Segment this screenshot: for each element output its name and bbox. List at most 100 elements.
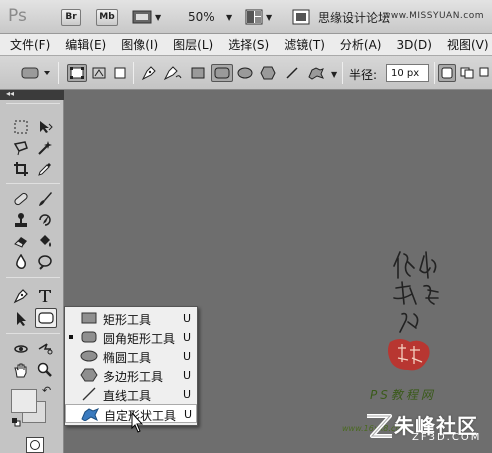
menu-edit[interactable]: 编辑(E) [65, 36, 106, 53]
flyout-item-polygon[interactable]: 多边形工具 U [65, 366, 197, 385]
hand-tool[interactable] [10, 360, 32, 380]
zoom-chevron-icon[interactable]: ▼ [226, 13, 232, 22]
bridge-button[interactable]: Br [61, 9, 81, 26]
geometry-options-chevron-icon[interactable]: ▼ [331, 70, 337, 79]
shape-layers-icon [70, 67, 84, 79]
menu-view[interactable]: 视图(V) [447, 36, 489, 53]
default-colors-icon[interactable] [11, 417, 21, 427]
crop-tool[interactable] [10, 159, 32, 179]
menu-3d[interactable]: 3D(D) [396, 38, 431, 52]
custom-shape-tool-option[interactable] [305, 64, 327, 82]
healing-brush-tool[interactable] [10, 189, 32, 209]
options-separator [58, 62, 59, 84]
ellipse-icon [80, 350, 98, 362]
collapse-panel-icon[interactable]: ◂◂ [6, 89, 14, 98]
view-extras-button[interactable]: ▼ [132, 8, 161, 26]
shortcut-key: U [183, 312, 192, 325]
tools-panel-header[interactable]: ◂◂ [0, 89, 64, 100]
zoom-level[interactable]: 50% [188, 10, 215, 24]
marquee-tool[interactable] [10, 117, 32, 137]
shape-layers-mode-button[interactable] [67, 64, 87, 82]
paths-mode-button[interactable] [89, 64, 109, 82]
flyout-item-rectangle[interactable]: 矩形工具 U [65, 309, 197, 328]
pen-tool-option[interactable] [140, 64, 158, 82]
lasso-tool[interactable] [10, 138, 32, 158]
bridge-label: Br [65, 12, 77, 22]
menu-select[interactable]: 选择(S) [228, 36, 269, 53]
rectangular-marquee-icon [14, 120, 28, 134]
new-shape-layer-icon [441, 67, 453, 79]
tool-preset-picker[interactable] [20, 64, 54, 82]
history-brush-icon [39, 214, 51, 226]
mini-bridge-button[interactable]: Mb [96, 9, 118, 26]
add-shape-area-icon [460, 67, 474, 79]
swap-colors-icon[interactable]: ↶ [42, 384, 51, 397]
menu-image[interactable]: 图像(I) [121, 36, 158, 53]
line-tool-option[interactable] [283, 64, 301, 82]
eraser-icon [14, 237, 27, 248]
drop-icon [16, 254, 26, 269]
add-to-shape-area-button[interactable] [458, 64, 476, 82]
magic-wand-tool[interactable] [34, 138, 56, 158]
radius-input[interactable] [386, 64, 429, 82]
arrange-documents-button[interactable]: ▼ [245, 8, 272, 26]
dodge-tool[interactable] [34, 252, 56, 272]
create-new-shape-layer-button[interactable] [438, 64, 456, 82]
menu-bar: 文件(F) 编辑(E) 图像(I) 图层(L) 选择(S) 滤镜(T) 分析(A… [0, 34, 492, 56]
zf3d-watermark-url: ZF3D.COM [412, 432, 482, 443]
film-strip-icon [132, 10, 152, 24]
path-selection-tool[interactable] [10, 309, 32, 329]
history-brush-tool[interactable] [34, 210, 56, 230]
3d-rotate-icon [14, 345, 28, 353]
3d-rotate-tool[interactable] [10, 339, 32, 359]
rectangle-icon [191, 67, 205, 79]
flyout-item-label: 矩形工具 [103, 313, 152, 327]
mouse-cursor-icon [131, 412, 144, 433]
eraser-tool[interactable] [10, 231, 32, 251]
3d-orbit-tool[interactable] [34, 339, 56, 359]
rounded-rectangle-icon [214, 67, 230, 79]
eyedropper-icon [38, 163, 51, 176]
menu-analysis[interactable]: 分析(A) [340, 36, 382, 53]
dodge-icon [38, 255, 52, 270]
screen-mode-button[interactable] [292, 8, 310, 26]
menu-filter[interactable]: 滤镜(T) [284, 36, 325, 53]
rounded-rectangle-tool-option[interactable] [211, 64, 233, 82]
zoom-tool[interactable] [34, 360, 56, 380]
move-tool[interactable] [34, 117, 56, 137]
workspace-url: www.MISSYUAN.com [383, 11, 485, 21]
magnifier-icon [37, 362, 52, 377]
subtract-shape-area-button[interactable] [478, 64, 492, 82]
custom-shape-icon [81, 408, 100, 421]
crop-icon [14, 162, 28, 176]
quick-mask-button[interactable] [26, 437, 44, 453]
foreground-color-swatch-front[interactable] [11, 389, 37, 413]
custom-shape-icon [308, 67, 324, 80]
freeform-pen-option[interactable] [162, 64, 184, 82]
rectangle-tool-option[interactable] [188, 64, 208, 82]
pen-tool[interactable] [10, 286, 32, 306]
calligraphy-signature-watermark [388, 251, 439, 371]
type-tool[interactable] [34, 286, 56, 306]
paint-bucket-tool[interactable] [34, 231, 56, 251]
rounded-rectangle-tool[interactable] [35, 308, 57, 328]
fill-pixels-mode-button[interactable] [111, 64, 129, 82]
polygon-tool-option[interactable] [258, 64, 278, 82]
shortcut-key: U [183, 369, 192, 382]
flyout-item-line[interactable]: 直线工具 U [65, 385, 197, 404]
flyout-item-ellipse[interactable]: 椭圆工具 U [65, 347, 197, 366]
tools-separator [6, 333, 60, 334]
menu-layer[interactable]: 图层(L) [173, 36, 213, 53]
blur-tool[interactable] [10, 252, 32, 272]
ellipse-tool-option[interactable] [235, 64, 255, 82]
pen-icon [13, 289, 28, 304]
flyout-item-rounded-rectangle[interactable]: 圆角矩形工具 U [65, 328, 197, 347]
options-separator [133, 62, 134, 84]
fill-pixels-icon [114, 67, 126, 79]
eyedropper-tool[interactable] [34, 159, 56, 179]
chevron-down-icon: ▼ [266, 12, 273, 22]
brush-tool[interactable] [34, 189, 56, 209]
menu-file[interactable]: 文件(F) [10, 36, 50, 53]
stamp-icon [15, 213, 27, 227]
clone-stamp-tool[interactable] [10, 210, 32, 230]
